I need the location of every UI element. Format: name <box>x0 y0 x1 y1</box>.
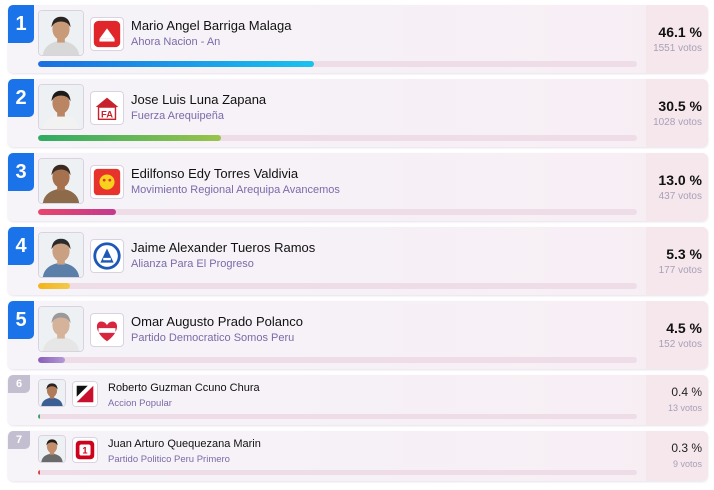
vote-share-fill <box>38 283 70 289</box>
party-logo <box>90 17 124 51</box>
candidate-name: Jose Luis Luna Zapana <box>131 92 267 107</box>
vote-share-fill <box>38 61 315 67</box>
party-name: Fuerza Arequipeña <box>131 110 224 122</box>
candidate-card[interactable]: 3 Edilfonso Edy Torres Valdivia Movimiento… <box>8 153 708 221</box>
vote-share-fill <box>38 135 221 141</box>
vote-share-bar <box>38 414 637 419</box>
vote-percentage: 46.1 % <box>658 24 702 40</box>
rank-badge: 1 <box>8 5 34 43</box>
candidate-name: Juan Arturo Quequezana Marin <box>108 438 261 450</box>
svg-text:1: 1 <box>82 446 87 456</box>
party-logo: 1 <box>72 437 98 463</box>
party-logo: FA <box>90 91 124 125</box>
vote-share-bar <box>38 357 637 363</box>
candidate-card[interactable]: 2 FA Jose Luis Luna Zapana Fuerza Arequipeñ… <box>8 79 708 147</box>
candidate-name: Edilfonso Edy Torres Valdivia <box>131 166 299 181</box>
candidate-name: Jaime Alexander Tueros Ramos <box>131 240 316 255</box>
result-panel: 0.3 % 9 votos <box>646 431 708 481</box>
man-portrait-icon <box>39 436 65 462</box>
party-name: Ahora Nacion - An <box>131 36 221 48</box>
man-portrait-icon <box>39 380 65 406</box>
party-name: Partido Politico Peru Primero <box>108 454 230 465</box>
man-portrait-icon <box>39 85 83 129</box>
party-name: Movimiento Regional Arequipa Avancemos <box>131 184 340 196</box>
man-portrait-icon <box>39 159 83 203</box>
man-portrait-icon <box>39 11 83 55</box>
vote-share-bar <box>38 283 637 289</box>
candidate-card[interactable]: 1 Mario Angel Barriga Malaga Ahora Nacion … <box>8 5 708 73</box>
rank-badge: 4 <box>8 227 34 265</box>
rank-badge: 2 <box>8 79 34 117</box>
vote-count: 437 votos <box>658 191 702 202</box>
candidate-card[interactable]: 6 Roberto Guzman Ccuno Chura Accion Popula… <box>8 375 708 425</box>
somos-peru-logo-icon <box>91 314 123 346</box>
result-panel: 13.0 % 437 votos <box>646 153 708 221</box>
rank-badge: 6 <box>8 375 30 393</box>
rank-badge: 5 <box>8 301 34 339</box>
vote-share-fill <box>38 357 65 363</box>
vote-share-bar <box>38 470 637 475</box>
vote-count: 1551 votos <box>653 43 702 54</box>
accion-popular-logo-icon <box>73 382 97 406</box>
party-logo <box>90 239 124 273</box>
vote-share-fill <box>38 470 41 475</box>
vote-count: 13 votos <box>667 403 702 413</box>
party-logo <box>90 313 124 347</box>
candidate-photo <box>38 84 84 130</box>
candidate-photo <box>38 379 66 407</box>
candidate-name: Mario Angel Barriga Malaga <box>131 18 292 33</box>
vote-count: 1028 votos <box>653 117 702 128</box>
party-logo <box>72 381 98 407</box>
candidate-name: Roberto Guzman Ccuno Chura <box>108 382 260 394</box>
candidate-photo <box>38 435 66 463</box>
vote-percentage: 5.3 % <box>666 246 702 262</box>
vote-share-bar <box>38 61 637 67</box>
svg-text:FA: FA <box>101 108 113 119</box>
party-logo <box>90 165 124 199</box>
vote-share-fill <box>38 209 116 215</box>
party-name: Alianza Para El Progreso <box>131 258 254 270</box>
party-name: Accion Popular <box>108 398 172 409</box>
candidate-photo <box>38 232 84 278</box>
vote-count: 177 votos <box>658 265 702 276</box>
candidate-card[interactable]: 4 Jaime Alexander Tueros Ramos Alianza Par… <box>8 227 708 295</box>
result-panel: 4.5 % 152 votos <box>646 301 708 369</box>
fuerza-arequipena-logo-icon: FA <box>91 92 123 124</box>
vote-count: 9 votos <box>672 459 702 469</box>
peru-primero-logo-icon: 1 <box>73 438 97 462</box>
avancemos-logo-icon <box>91 166 123 198</box>
result-panel: 30.5 % 1028 votos <box>646 79 708 147</box>
vote-percentage: 4.5 % <box>666 320 702 336</box>
candidate-name: Omar Augusto Prado Polanco <box>131 314 303 329</box>
result-panel: 46.1 % 1551 votos <box>646 5 708 73</box>
vote-percentage: 13.0 % <box>658 172 702 188</box>
candidate-photo <box>38 158 84 204</box>
candidate-photo <box>38 306 84 352</box>
man-portrait-icon <box>39 233 83 277</box>
candidate-card[interactable]: 5 Omar Augusto Prado Polanco Partido Democ… <box>8 301 708 369</box>
candidate-photo <box>38 10 84 56</box>
result-panel: 0.4 % 13 votos <box>646 375 708 425</box>
ahora-nacion-logo-icon <box>91 18 123 50</box>
vote-percentage: 0.4 % <box>671 385 702 399</box>
result-panel: 5.3 % 177 votos <box>646 227 708 295</box>
vote-share-fill <box>38 414 41 419</box>
vote-share-bar <box>38 209 637 215</box>
app-logo-icon <box>91 240 123 272</box>
man-portrait-icon <box>39 307 83 351</box>
rank-badge: 7 <box>8 431 30 449</box>
rank-badge: 3 <box>8 153 34 191</box>
vote-percentage: 0.3 % <box>671 441 702 455</box>
vote-percentage: 30.5 % <box>658 98 702 114</box>
candidate-card[interactable]: 7 1 Juan Arturo Quequezana Marin Partido Po… <box>8 431 708 481</box>
vote-count: 152 votos <box>658 339 702 350</box>
vote-share-bar <box>38 135 637 141</box>
party-name: Partido Democratico Somos Peru <box>131 332 295 344</box>
